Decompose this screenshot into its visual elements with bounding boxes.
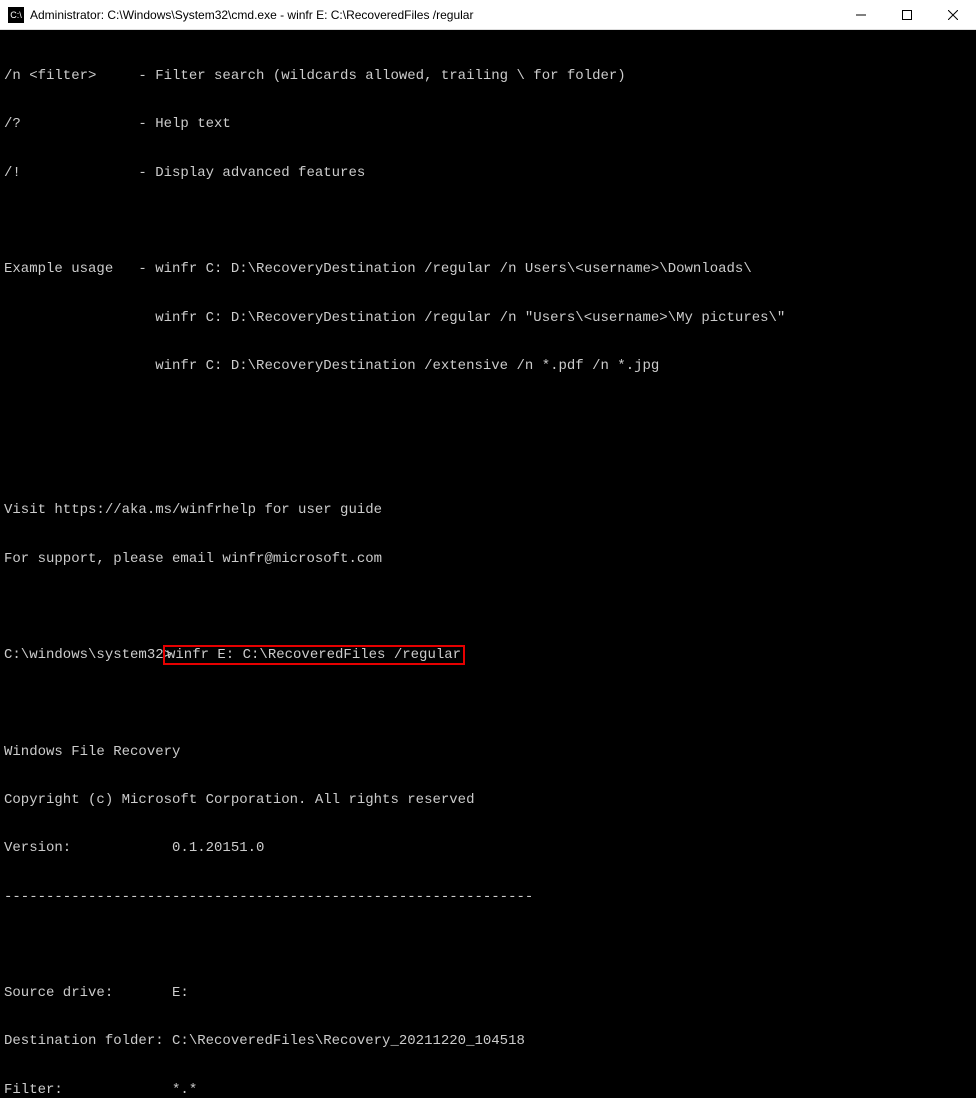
- output-line: Source drive: E:: [4, 985, 972, 1001]
- output-line: /! - Display advanced features: [4, 165, 972, 181]
- output-line: [4, 454, 972, 470]
- window-titlebar: C:\ Administrator: C:\Windows\System32\c…: [0, 0, 976, 30]
- output-line: Destination folder: C:\RecoveredFiles\Re…: [4, 1033, 972, 1049]
- output-line: [4, 406, 972, 422]
- output-line: [4, 599, 972, 615]
- output-line: Visit https://aka.ms/winfrhelp for user …: [4, 502, 972, 518]
- output-line: winfr C: D:\RecoveryDestination /regular…: [4, 310, 972, 326]
- output-line: [4, 937, 972, 953]
- output-line: [4, 695, 972, 711]
- output-line: ----------------------------------------…: [4, 889, 972, 905]
- output-line: Copyright (c) Microsoft Corporation. All…: [4, 792, 972, 808]
- minimize-button[interactable]: [838, 0, 884, 29]
- output-line: Version: 0.1.20151.0: [4, 840, 972, 856]
- prompt-prefix: C:\windows\system32>: [4, 647, 172, 663]
- output-line: Windows File Recovery: [4, 744, 972, 760]
- window-title: Administrator: C:\Windows\System32\cmd.e…: [30, 8, 838, 22]
- output-line: For support, please email winfr@microsof…: [4, 551, 972, 567]
- output-line: /n <filter> - Filter search (wildcards a…: [4, 68, 972, 84]
- cmd-icon: C:\: [8, 7, 24, 23]
- output-line: [4, 213, 972, 229]
- output-line: winfr C: D:\RecoveryDestination /extensi…: [4, 358, 972, 374]
- output-line: Filter: *.*: [4, 1082, 972, 1098]
- terminal-output[interactable]: /n <filter> - Filter search (wildcards a…: [0, 30, 976, 1098]
- output-line: Example usage - winfr C: D:\RecoveryDest…: [4, 261, 972, 277]
- close-button[interactable]: [930, 0, 976, 29]
- prompt-line: C:\windows\system32>winfr E: C:\Recovere…: [4, 647, 972, 663]
- entered-command: winfr E: C:\RecoveredFiles /regular: [167, 647, 461, 663]
- output-line: /? - Help text: [4, 116, 972, 132]
- window-controls: [838, 0, 976, 29]
- command-highlight: winfr E: C:\RecoveredFiles /regular: [163, 645, 465, 665]
- maximize-button[interactable]: [884, 0, 930, 29]
